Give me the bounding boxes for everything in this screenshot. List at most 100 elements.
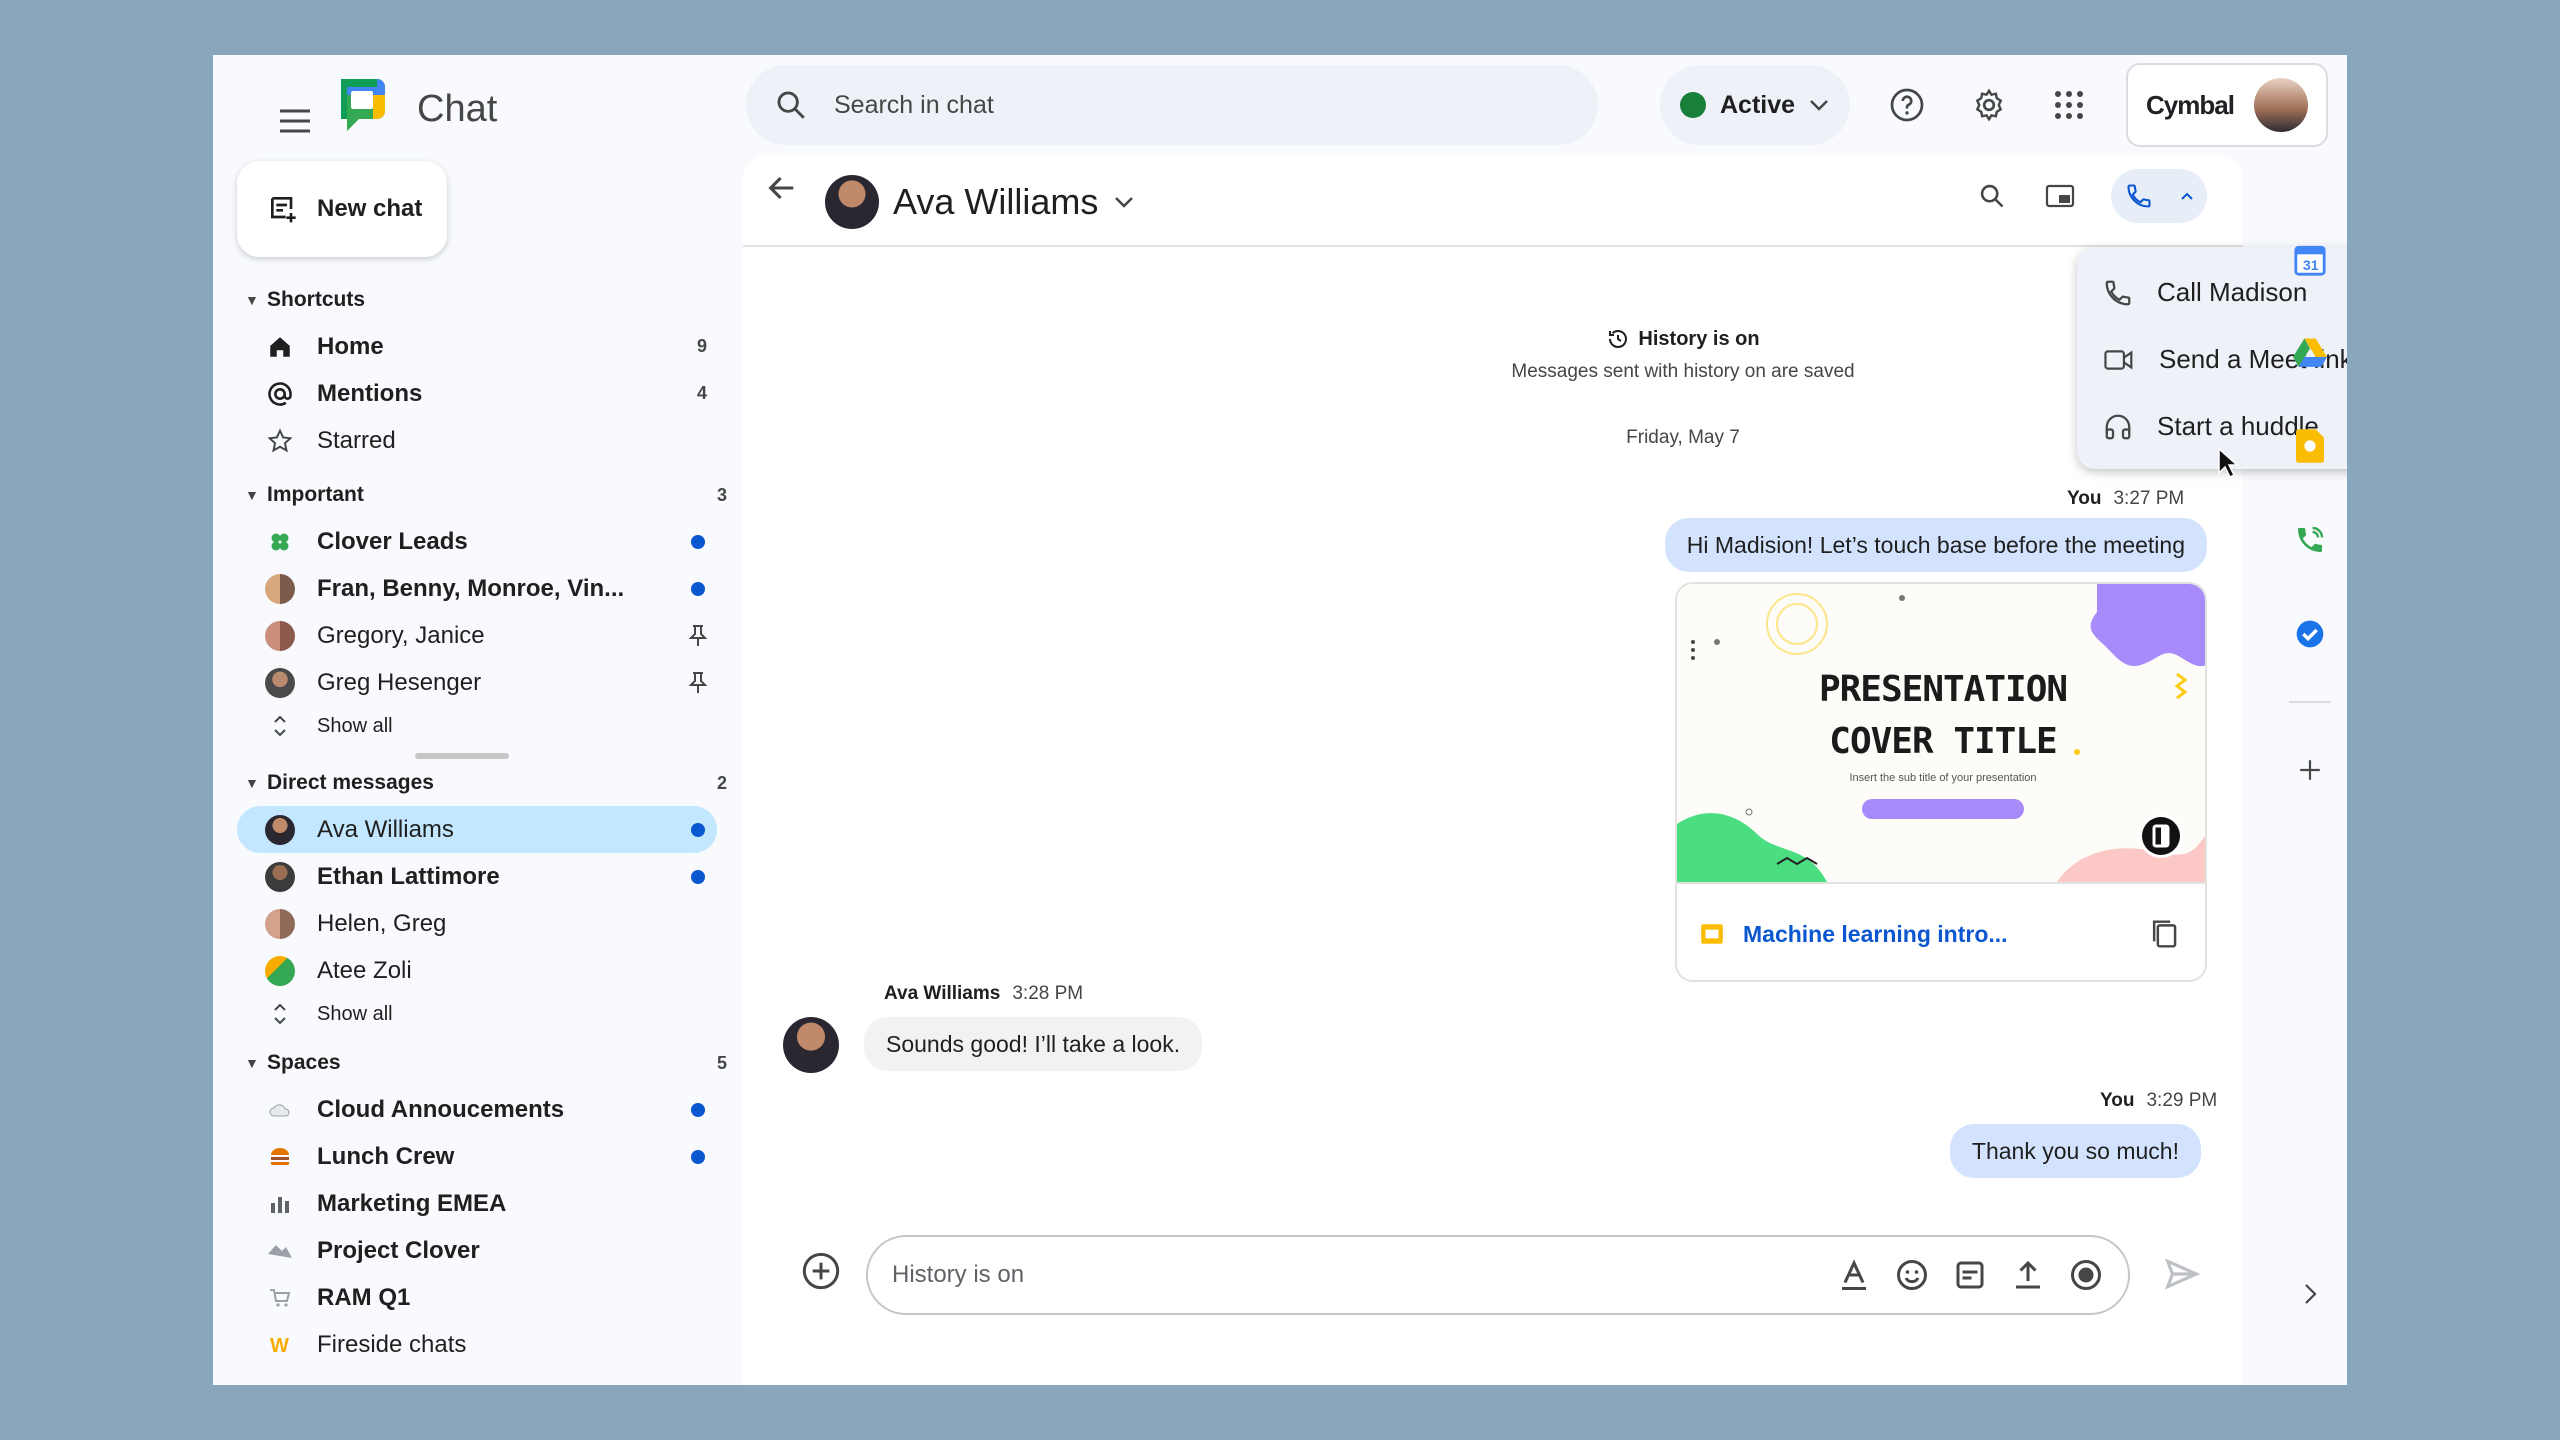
cart-icon <box>265 1283 295 1313</box>
item-label: RAM Q1 <box>317 1283 411 1311</box>
sidebar-item-marketing-emea[interactable]: Marketing EMEA <box>237 1180 717 1227</box>
phone-icon[interactable] <box>2125 182 2153 210</box>
sidebar-item-fireside-chats[interactable]: W Fireside chats <box>237 1321 717 1368</box>
message-text: Thank you so much! <box>1971 1137 2179 1164</box>
sidebar-item-mentions[interactable]: Mentions 4 <box>237 370 717 417</box>
avatar <box>265 667 295 698</box>
attachment-footer[interactable]: Machine learning intro... <box>1677 882 2205 980</box>
apps-grid-icon <box>2055 91 2083 119</box>
section-direct-messages[interactable]: ▼ Direct messages 2 <box>237 760 737 806</box>
section-title: Important <box>267 483 364 506</box>
sidebar-item-home[interactable]: Home 9 <box>237 323 717 370</box>
item-label: Greg Hesenger <box>317 668 482 696</box>
search-conversation-button[interactable] <box>1967 171 2017 221</box>
sender-avatar <box>783 1017 839 1073</box>
status-selector[interactable]: Active <box>1660 65 1850 145</box>
back-button[interactable] <box>765 171 799 205</box>
timestamp: 3:28 PM <box>1012 983 1084 1004</box>
gif-icon[interactable] <box>1952 1257 1988 1293</box>
unread-count: 4 <box>696 383 707 403</box>
sidebar-item-greg-hesenger[interactable]: Greg Hesenger <box>237 659 717 706</box>
unfold-icon <box>265 999 295 1029</box>
message-bubble[interactable]: Hi Madision! Let’s touch base before the… <box>1664 518 2207 572</box>
sidebar-item-helen-greg[interactable]: Helen, Greg <box>237 900 717 947</box>
sidebar-item-ava-williams[interactable]: Ava Williams <box>237 806 717 853</box>
help-button[interactable] <box>1877 75 1937 135</box>
scrollbar[interactable] <box>415 753 509 759</box>
chevron-up-icon[interactable] <box>2180 191 2194 201</box>
copy-icon[interactable] <box>2149 918 2179 950</box>
show-all-direct-messages[interactable]: Show all <box>237 994 717 1034</box>
section-shortcuts[interactable]: ▼ Shortcuts <box>237 277 737 323</box>
show-all-important[interactable]: Show all <box>237 706 717 746</box>
calendar-app-button[interactable]: 31 <box>2289 239 2331 281</box>
attachment-card[interactable]: PRESENTATION COVER TITLE Insert the sub … <box>1675 582 2207 982</box>
message-text: Hi Madision! Let’s touch base before the… <box>1686 531 2185 558</box>
settings-button[interactable] <box>1959 75 2019 135</box>
send-button[interactable] <box>2163 1255 2201 1293</box>
unread-dot <box>691 1149 705 1164</box>
slide-subtitle: Insert the sub title of your presentatio… <box>1849 772 2037 784</box>
picture-in-picture-icon <box>2045 184 2075 208</box>
date-divider: Friday, May 7 <box>1626 427 1740 448</box>
pin-icon[interactable] <box>687 624 709 648</box>
drive-icon <box>2293 338 2327 367</box>
search-icon <box>777 91 805 119</box>
calendar-icon: 31 <box>2294 245 2326 276</box>
message-bubble[interactable]: Sounds good! I’ll take a look. <box>864 1017 1203 1071</box>
headphones-icon <box>2105 414 2131 439</box>
sidebar-item-lunch-crew[interactable]: Lunch Crew <box>237 1133 717 1180</box>
sidebar-item-clover-leads[interactable]: Clover Leads <box>237 518 717 565</box>
new-chat-button[interactable]: New chat <box>237 161 447 257</box>
slides-thumbnail[interactable]: PRESENTATION COVER TITLE Insert the sub … <box>1677 584 2205 882</box>
item-label: Helen, Greg <box>317 909 447 937</box>
add-app-button[interactable] <box>2289 749 2331 791</box>
avatar <box>265 814 295 845</box>
status-label: Active <box>1720 90 1796 119</box>
search-input[interactable]: Search in chat <box>834 91 994 120</box>
sidebar-item-atee-zoli[interactable]: Atee Zoli <box>237 947 717 994</box>
sidebar-item-gregory-janice[interactable]: Gregory, Janice <box>237 612 717 659</box>
attachment-file-name[interactable]: Machine learning intro... <box>1743 921 2008 948</box>
pin-icon[interactable] <box>687 671 709 695</box>
video-icon <box>2104 349 2133 370</box>
drive-app-button[interactable] <box>2289 331 2331 373</box>
add-attachment-button[interactable] <box>801 1251 841 1291</box>
sender-name: You <box>2067 488 2102 509</box>
sidebar-item-group-fran[interactable]: Fran, Benny, Monroe, Vin... <box>237 565 717 612</box>
tasks-app-button[interactable] <box>2289 613 2331 655</box>
voice-phone-icon <box>2298 526 2324 552</box>
sidebar-item-cloud-annoucements[interactable]: Cloud Annoucements <box>237 1086 717 1133</box>
sidebar-item-ram-q1[interactable]: RAM Q1 <box>237 1274 717 1321</box>
account-switcher[interactable]: Cymbal <box>2126 63 2328 147</box>
apps-button[interactable] <box>2039 75 2099 135</box>
upload-icon[interactable] <box>2010 1257 2046 1293</box>
menu-icon <box>280 109 310 133</box>
peer-name-dropdown[interactable]: Ava Williams <box>893 175 1134 229</box>
voice-app-button[interactable] <box>2289 519 2331 561</box>
message-input[interactable]: History is on <box>892 1261 1836 1289</box>
item-label: Ava Williams <box>317 815 454 843</box>
slides-file-icon <box>1701 924 1723 944</box>
emoji-icon[interactable] <box>1894 1257 1930 1293</box>
keep-app-button[interactable] <box>2289 425 2331 467</box>
collapse-panel-button[interactable] <box>2289 1273 2331 1315</box>
item-label: Atee Zoli <box>317 956 412 984</box>
message-composer[interactable]: History is on <box>866 1235 2130 1315</box>
section-spaces[interactable]: ▼ Spaces 5 <box>237 1040 737 1086</box>
sidebar-item-starred[interactable]: Starred <box>237 417 717 464</box>
search-bar[interactable]: Search in chat <box>746 65 1598 145</box>
record-video-icon[interactable] <box>2068 1257 2104 1293</box>
chart-icon <box>265 1189 295 1219</box>
message-meta: Ava Williams 3:28 PM <box>884 983 1083 1005</box>
sidebar-item-project-clover[interactable]: Project Clover <box>237 1227 717 1274</box>
text-format-icon[interactable] <box>1836 1257 1872 1293</box>
main-menu-button[interactable] <box>265 91 325 151</box>
unfold-icon <box>265 711 295 741</box>
item-label: Marketing EMEA <box>317 1189 507 1217</box>
open-in-window-button[interactable] <box>2035 171 2085 221</box>
sidebar-item-ethan-lattimore[interactable]: Ethan Lattimore <box>237 853 717 900</box>
section-important[interactable]: ▼ Important 3 <box>237 472 737 518</box>
call-button-group[interactable] <box>2111 169 2207 223</box>
message-bubble[interactable]: Thank you so much! <box>1949 1124 2201 1178</box>
